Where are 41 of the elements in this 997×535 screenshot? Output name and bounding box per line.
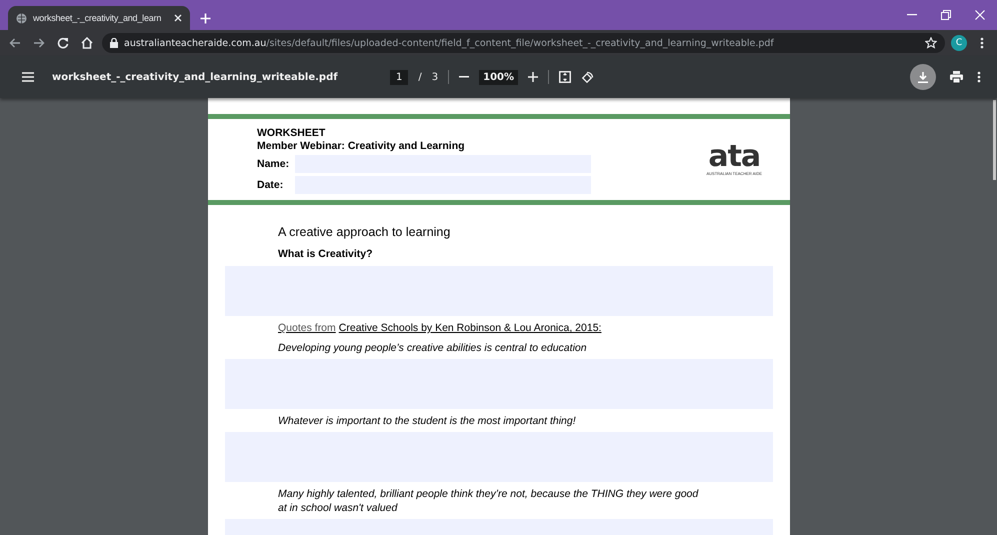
more-icon[interactable]: [977, 71, 981, 83]
more-icon[interactable]: [980, 37, 984, 49]
lock-icon: [110, 38, 118, 48]
forward-arrow-icon[interactable]: [33, 38, 45, 48]
citation-prefix: Quotes from: [278, 321, 336, 335]
logo-text: ata: [708, 143, 760, 171]
fit-page-icon[interactable]: [559, 71, 572, 83]
quote-text: Developing young people’s creative abilities is central to education: [278, 341, 588, 355]
download-button[interactable]: [910, 64, 936, 90]
plus-icon[interactable]: [200, 12, 211, 24]
star-icon[interactable]: [925, 37, 937, 49]
worksheet-subtitle: Member Webinar: Creativity and Learning: [257, 140, 466, 152]
restore-icon[interactable]: [941, 10, 951, 20]
file-name: worksheet_-_creativity_and_learning_writeable.pdf: [52, 72, 339, 82]
rotate-icon[interactable]: [581, 70, 594, 84]
page-separator: /: [418, 72, 422, 82]
section-heading: A creative approach to learning: [278, 225, 452, 239]
menu-icon[interactable]: [22, 72, 34, 82]
minimize-icon[interactable]: [907, 14, 917, 16]
quote-text: Many highly talented, brilliant people think they’re not, because the THING they were good at in school wasn't valued: [278, 487, 700, 515]
field-label: Date:: [257, 179, 284, 191]
zoom-field[interactable]: 100%: [479, 70, 518, 84]
citation-text: Creative Schools by Ken Robinson & Lou Aronica, 2015:: [338, 321, 602, 335]
reload-icon[interactable]: [57, 37, 69, 49]
back-arrow-icon[interactable]: [9, 38, 21, 48]
page-count: 3: [432, 72, 438, 82]
field-label: Name:: [257, 158, 290, 170]
print-icon[interactable]: [950, 71, 963, 83]
quote-text: Whatever is important to the student is the most important thing!: [278, 414, 577, 428]
download-icon: [918, 72, 928, 82]
browser-tab[interactable]: worksheet_-_creativity_and_learn: [8, 6, 190, 30]
address-bar[interactable]: australianteacheraide.com.au/sites/default/files/uploaded-content/field_f_content_file/worksheet_-_creativity_and_learning_writeable.pdf: [102, 33, 945, 53]
tab-title: worksheet_-_creativity_and_learn: [33, 13, 162, 23]
question-text: What is Creativity?: [278, 248, 374, 260]
page-number-field[interactable]: 1: [390, 70, 408, 84]
globe-icon: [16, 12, 27, 24]
close-icon[interactable]: [174, 14, 182, 22]
zoom-in-icon[interactable]: [528, 72, 538, 82]
url-text: australianteacheraide.com.au/sites/default/files/uploaded-content/field_f_content_file/worksheet_-_creativity_and_learning_writeable.pdf: [124, 38, 775, 48]
worksheet-label: WORKSHEET: [257, 127, 326, 139]
home-icon[interactable]: [81, 37, 93, 49]
